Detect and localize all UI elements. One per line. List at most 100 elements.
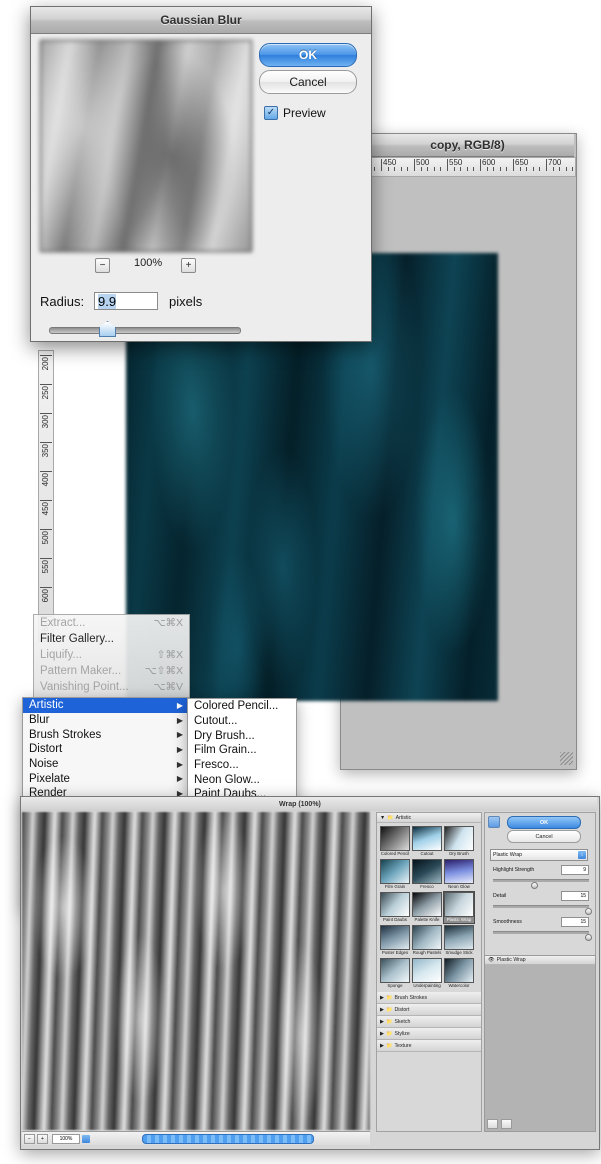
window-resize-grip[interactable] <box>560 752 573 765</box>
artistic-submenu-item[interactable]: Dry Brush... <box>188 728 296 743</box>
ruler-major-tick <box>381 159 382 171</box>
filter-category-item[interactable]: Distort ▶ <box>23 742 188 757</box>
artistic-submenu-item[interactable]: Film Grain... <box>188 743 296 758</box>
disclosure-open-icon[interactable]: ▼ <box>380 815 385 821</box>
filter-gallery-preview-image[interactable] <box>22 812 370 1130</box>
setting-row[interactable]: Smoothness 15 <box>493 917 593 941</box>
setting-value-input[interactable]: 9 <box>561 865 589 875</box>
filter-thumbnail-panel[interactable]: ▼ 📁 Artistic Colored Pencil Cutout Dry Bru… <box>376 812 482 1132</box>
delete-effect-layer-icon[interactable] <box>501 1119 512 1129</box>
setting-slider-track[interactable] <box>493 931 589 934</box>
filter-thumbnail[interactable]: Cutout <box>412 826 442 857</box>
chevron-updown-icon[interactable]: ↕ <box>578 851 586 859</box>
artistic-submenu-item[interactable]: Fresco... <box>188 758 296 773</box>
category-header-artistic[interactable]: ▼ 📁 Artistic <box>377 813 481 823</box>
filter-thumbnail[interactable]: Film Grain <box>380 859 410 890</box>
filter-gallery-titlebar[interactable]: Wrap (100%) <box>21 797 597 811</box>
minus-icon: − <box>99 259 106 271</box>
filter-stack-panel[interactable]: 👁 Plastic Wrap <box>484 955 596 1132</box>
disclosure-closed-icon[interactable]: ▶ <box>380 995 384 1001</box>
panel-toggle-icon[interactable] <box>488 816 500 828</box>
filter-thumbnail[interactable]: Sponge <box>380 958 410 989</box>
filter-menu-item[interactable]: Filter Gallery... <box>34 631 189 647</box>
filter-thumbnail[interactable]: Palette Knife <box>412 892 442 923</box>
radius-slider-track[interactable] <box>49 327 241 334</box>
filter-gallery-status-bar[interactable]: − + 100% <box>22 1131 370 1145</box>
setting-row[interactable]: Detail 15 <box>493 891 593 915</box>
gallery-ok-button[interactable]: OK <box>507 816 581 829</box>
filter-thumbnail[interactable]: Colored Pencil <box>380 826 410 857</box>
filter-thumbnail[interactable]: Underpainting <box>412 958 442 989</box>
setting-slider-knob[interactable] <box>585 908 593 915</box>
collapsed-category-row[interactable]: ▶ 📁 Brush Strokes <box>377 992 481 1004</box>
artistic-submenu-item[interactable]: Colored Pencil... <box>188 699 296 714</box>
cancel-button[interactable]: Cancel <box>259 70 357 94</box>
collapsed-category-row[interactable]: ▶ 📁 Sketch <box>377 1016 481 1028</box>
submenu-arrow-icon: ▶ <box>176 759 183 769</box>
disclosure-closed-icon[interactable]: ▶ <box>380 1019 384 1025</box>
artistic-submenu-item[interactable]: Cutout... <box>188 714 296 729</box>
setting-slider-track[interactable] <box>493 905 589 908</box>
filter-thumbnail-image <box>412 925 442 950</box>
filter-thumbnail-image <box>380 892 410 917</box>
ok-button[interactable]: OK <box>259 43 357 67</box>
gallery-cancel-button[interactable]: Cancel <box>507 830 581 843</box>
disclosure-closed-icon[interactable]: ▶ <box>380 1043 384 1049</box>
preview-zoom-out-button[interactable]: − <box>95 258 110 273</box>
setting-slider-knob[interactable] <box>531 882 539 889</box>
document-window-titlebar[interactable]: copy, RGB/8) <box>341 134 574 157</box>
filter-thumbnail[interactable]: Paint Daubs <box>380 892 410 923</box>
filter-thumbnail[interactable]: Poster Edges <box>380 925 410 956</box>
filter-category-item[interactable]: Blur ▶ <box>23 713 188 728</box>
disclosure-closed-icon[interactable]: ▶ <box>380 1007 384 1013</box>
zoom-in-button[interactable]: + <box>37 1133 48 1144</box>
zoom-out-button[interactable]: − <box>24 1133 35 1144</box>
collapsed-category-row[interactable]: ▶ 📁 Texture <box>377 1040 481 1052</box>
radius-slider-thumb[interactable] <box>99 321 116 337</box>
ruler-label: 250 <box>41 386 50 400</box>
filter-category-item[interactable]: Artistic ▶ <box>23 698 188 713</box>
ruler-label: 600 <box>482 158 496 167</box>
stack-buttons[interactable] <box>487 1119 512 1129</box>
setting-value-input[interactable]: 15 <box>561 891 589 901</box>
filter-category-item[interactable]: Brush Strokes ▶ <box>23 727 188 742</box>
new-effect-layer-icon[interactable] <box>487 1119 498 1129</box>
gaussian-blur-titlebar[interactable]: Gaussian Blur <box>31 7 371 34</box>
filter-select-dropdown[interactable]: Plastic Wrap ↕ <box>490 849 588 861</box>
filter-category-item[interactable]: Pixelate ▶ <box>23 771 188 786</box>
preview-zoom-in-button[interactable]: + <box>181 258 196 273</box>
ruler-minor-tick <box>453 167 455 171</box>
blur-preview-image[interactable] <box>40 40 252 252</box>
disclosure-closed-icon[interactable]: ▶ <box>380 1031 384 1037</box>
collapsed-category-row[interactable]: ▶ 📁 Stylize <box>377 1028 481 1040</box>
preview-checkbox-row[interactable]: ✓ Preview <box>264 106 326 120</box>
setting-row[interactable]: Highlight Strength 9 <box>493 865 589 889</box>
filter-category-item[interactable]: Noise ▶ <box>23 757 188 772</box>
radius-input[interactable]: 9.9 <box>94 292 158 310</box>
horizontal-ruler[interactable]: 400450500550600650700 <box>341 157 576 177</box>
zoom-popup-icon[interactable] <box>82 1134 90 1143</box>
filter-thumbnail[interactable]: Neon Glow <box>444 859 474 890</box>
ruler-minor-tick <box>394 167 396 171</box>
vertical-ruler[interactable]: 200250300350400450500550600650 <box>38 350 54 642</box>
filter-thumbnail[interactable]: Smudge Stick <box>444 925 474 956</box>
filter-thumbnail[interactable]: Dry Brush <box>444 826 474 857</box>
applied-filter-row[interactable]: 👁 Plastic Wrap <box>485 956 595 965</box>
filter-thumbnail[interactable]: Rough Pastels <box>412 925 442 956</box>
gaussian-blur-dialog[interactable]: Gaussian Blur − 100% + Radius: 9.9 pixel… <box>30 6 372 342</box>
setting-slider-track[interactable] <box>493 879 589 882</box>
submenu-arrow-icon: ▶ <box>176 744 183 754</box>
artistic-submenu-item[interactable]: Neon Glow... <box>188 772 296 787</box>
eye-icon[interactable]: 👁 <box>488 957 495 963</box>
filter-thumbnail[interactable]: Watercolor <box>444 958 474 989</box>
filter-thumbnail[interactable]: Plastic Wrap <box>443 891 475 924</box>
setting-value-input[interactable]: 15 <box>561 917 589 927</box>
filter-thumbnail-label: Cutout <box>420 851 434 856</box>
collapsed-category-row[interactable]: ▶ 📁 Distort <box>377 1004 481 1016</box>
filter-menu-top-section[interactable]: Extract... ⌥⌘X Filter Gallery... Liquify...… <box>33 614 190 698</box>
setting-slider-knob[interactable] <box>585 934 593 941</box>
checkmark-icon[interactable]: ✓ <box>264 106 278 120</box>
ruler-minor-tick <box>433 167 435 171</box>
gallery-zoom-level[interactable]: 100% <box>52 1133 80 1144</box>
filter-thumbnail[interactable]: Fresco <box>412 859 442 890</box>
